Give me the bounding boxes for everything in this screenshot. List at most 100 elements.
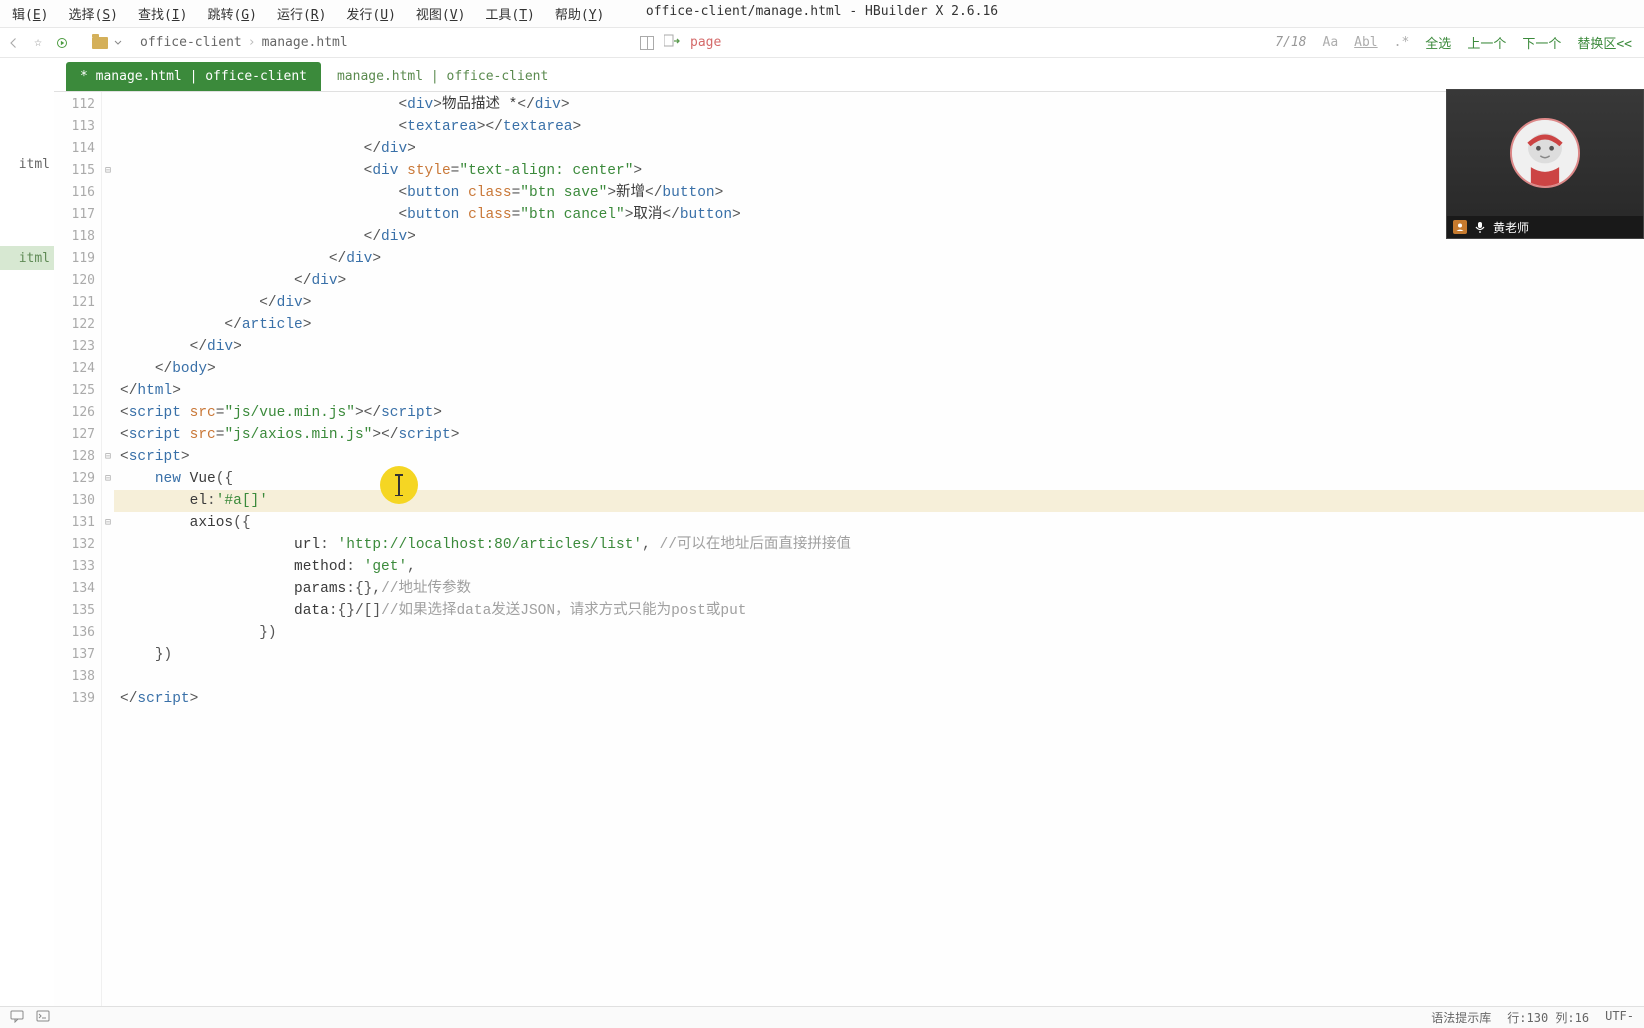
replace-toggle[interactable]: 替换区<< [1577, 33, 1632, 52]
cursor-position[interactable]: 行:130 列:16 [1507, 1009, 1589, 1026]
terminal-icon[interactable] [36, 1009, 50, 1026]
menu-s[interactable]: 选择(S) [58, 0, 127, 27]
video-participant-overlay[interactable]: 黄老师 [1446, 89, 1644, 239]
code-line[interactable]: </article> [114, 314, 1644, 336]
fold-toggle [102, 336, 114, 358]
line-number: 112 [54, 94, 101, 116]
breadcrumb-project[interactable]: office-client [140, 35, 242, 50]
fold-toggle [102, 182, 114, 204]
code-line[interactable]: </html> [114, 380, 1644, 402]
code-line[interactable]: </div> [114, 226, 1644, 248]
line-number: 129 [54, 468, 101, 490]
star-icon[interactable]: ☆ [30, 35, 46, 51]
menu-v[interactable]: 视图(V) [406, 0, 475, 27]
fold-toggle[interactable]: ⊟ [102, 446, 114, 468]
code-line[interactable]: <script src="js/axios.min.js"></script> [114, 424, 1644, 446]
breadcrumb[interactable]: office-client › manage.html [140, 35, 348, 50]
line-number: 139 [54, 688, 101, 710]
code-line[interactable]: <div style="text-align: center"> [114, 160, 1644, 182]
breadcrumb-file[interactable]: manage.html [262, 35, 348, 50]
match-case-toggle[interactable]: Aa [1323, 35, 1339, 50]
fold-toggle[interactable]: ⊟ [102, 468, 114, 490]
fold-toggle [102, 556, 114, 578]
code-line[interactable]: <button class="btn save">新增</button> [114, 182, 1644, 204]
back-icon[interactable] [6, 35, 22, 51]
explorer-item[interactable]: itml [0, 152, 54, 176]
fold-toggle [102, 138, 114, 160]
menu-u[interactable]: 发行(U) [336, 0, 405, 27]
line-number: 117 [54, 204, 101, 226]
code-line[interactable]: <div>物品描述 *</div> [114, 94, 1644, 116]
code-line[interactable]: </div> [114, 248, 1644, 270]
code-line[interactable]: data:{}/[]//如果选择data发送JSON，请求方式只能为post或p… [114, 600, 1644, 622]
explorer-item-selected[interactable]: itml [0, 246, 54, 270]
breadcrumb-sep: › [248, 35, 256, 50]
code-line[interactable]: </div> [114, 138, 1644, 160]
line-number: 127 [54, 424, 101, 446]
fold-toggle [102, 248, 114, 270]
fold-toggle[interactable]: ⊟ [102, 160, 114, 182]
tab-manage-inactive[interactable]: manage.html | office-client [323, 62, 562, 91]
code-line[interactable]: <script src="js/vue.min.js"></script> [114, 402, 1644, 424]
code-line[interactable]: new Vue({ [114, 468, 1644, 490]
fold-toggle [102, 358, 114, 380]
code-line[interactable]: el:'#a[]' [114, 490, 1644, 512]
fold-toggle [102, 534, 114, 556]
participant-name-bar: 黄老师 [1447, 216, 1643, 238]
code-content[interactable]: <div>物品描述 *</div> <textarea></textarea> … [114, 92, 1644, 1006]
menu-y[interactable]: 帮助(Y) [545, 0, 614, 27]
split-view-icon[interactable] [640, 36, 654, 50]
fold-toggle [102, 270, 114, 292]
line-number: 132 [54, 534, 101, 556]
code-line[interactable] [114, 666, 1644, 688]
fold-toggle [102, 490, 114, 512]
line-number: 136 [54, 622, 101, 644]
whole-word-toggle[interactable]: Abl [1354, 35, 1377, 50]
fold-toggle [102, 424, 114, 446]
menu-g[interactable]: 跳转(G) [197, 0, 266, 27]
menu-i[interactable]: 查找(I) [128, 0, 197, 27]
run-icon[interactable] [54, 35, 70, 51]
file-explorer[interactable]: itml itml [0, 58, 54, 1006]
regex-toggle[interactable]: .* [1394, 35, 1410, 50]
line-number: 116 [54, 182, 101, 204]
menu-r[interactable]: 运行(R) [267, 0, 336, 27]
menubar: 辑(E)选择(S)查找(I)跳转(G)运行(R)发行(U)视图(V)工具(T)帮… [0, 0, 1644, 28]
fold-toggle [102, 292, 114, 314]
code-line[interactable]: <textarea></textarea> [114, 116, 1644, 138]
code-line[interactable]: </div> [114, 270, 1644, 292]
code-editor[interactable]: 1121131141151161171181191201211221231241… [54, 92, 1644, 1006]
code-line[interactable]: }) [114, 644, 1644, 666]
line-number: 115 [54, 160, 101, 182]
find-next-button[interactable]: 下一个 [1522, 33, 1561, 52]
fold-toggle [102, 622, 114, 644]
code-line[interactable]: <script> [114, 446, 1644, 468]
find-prev-button[interactable]: 上一个 [1467, 33, 1506, 52]
code-line[interactable]: url: 'http://localhost:80/articles/list'… [114, 534, 1644, 556]
code-line[interactable]: </script> [114, 688, 1644, 710]
code-line[interactable]: method: 'get', [114, 556, 1644, 578]
menu-e[interactable]: 辑(E) [2, 0, 58, 27]
menu-t[interactable]: 工具(T) [475, 0, 544, 27]
fold-toggle [102, 688, 114, 710]
open-browser-icon[interactable] [664, 34, 680, 52]
code-line[interactable]: axios({ [114, 512, 1644, 534]
code-line[interactable]: <button class="btn cancel">取消</button> [114, 204, 1644, 226]
grammar-hint[interactable]: 语法提示库 [1431, 1009, 1491, 1026]
code-line[interactable]: </div> [114, 292, 1644, 314]
code-line[interactable]: }) [114, 622, 1644, 644]
line-number: 128 [54, 446, 101, 468]
select-all-button[interactable]: 全选 [1425, 33, 1451, 52]
code-line[interactable]: </body> [114, 358, 1644, 380]
message-icon[interactable] [10, 1009, 24, 1026]
tab-manage-active[interactable]: * manage.html | office-client [66, 62, 321, 91]
folder-icon[interactable] [92, 37, 108, 49]
encoding[interactable]: UTF- [1605, 1009, 1634, 1026]
fold-toggle [102, 226, 114, 248]
code-line[interactable]: </div> [114, 336, 1644, 358]
fold-toggle [102, 402, 114, 424]
fold-column[interactable]: ⊟⊟⊟⊟ [102, 92, 114, 1006]
code-line[interactable]: params:{},//地址传参数 [114, 578, 1644, 600]
fold-toggle[interactable]: ⊟ [102, 512, 114, 534]
fold-toggle [102, 94, 114, 116]
